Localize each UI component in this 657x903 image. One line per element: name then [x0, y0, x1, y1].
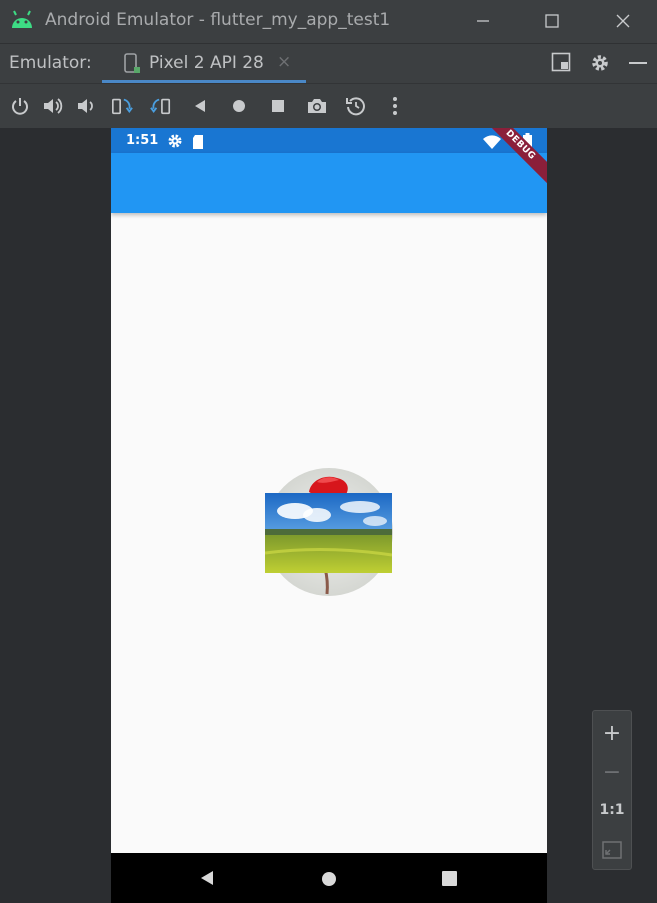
camera-icon[interactable] — [306, 95, 328, 117]
device-screen[interactable]: 1:51 DEBUG — [111, 128, 547, 903]
tab-label: Pixel 2 API 28 — [149, 53, 264, 73]
window-title: Android Emulator - flutter_my_app_test1 — [45, 10, 391, 30]
system-nav-bar — [111, 853, 547, 903]
zoom-in-button[interactable]: + — [593, 718, 631, 748]
status-bar: 1:51 — [111, 128, 547, 153]
emulator-toolbar — [0, 83, 657, 128]
tab-pixel-2-api-28[interactable]: Pixel 2 API 28 × — [102, 44, 306, 83]
layout-icon[interactable] — [551, 52, 571, 76]
actual-size-button[interactable]: 1:1 — [593, 795, 631, 825]
overview-icon[interactable] — [267, 95, 289, 117]
gear-icon[interactable] — [589, 52, 611, 78]
back-icon[interactable] — [189, 95, 211, 117]
hide-panel-icon[interactable] — [628, 54, 648, 74]
tab-close-icon[interactable]: × — [277, 52, 291, 72]
android-icon — [10, 10, 34, 34]
rotate-right-icon[interactable] — [150, 95, 172, 117]
rotate-left-icon[interactable] — [111, 95, 133, 117]
volume-up-icon[interactable] — [42, 95, 64, 117]
emulator-tab-bar: Emulator: Pixel 2 API 28 × — [0, 43, 657, 83]
nav-home-icon[interactable] — [321, 871, 337, 891]
more-icon[interactable] — [384, 95, 406, 117]
zoom-panel: + − 1:1 — [592, 710, 632, 870]
zoom-out-button[interactable]: − — [593, 757, 631, 787]
sd-card-icon — [192, 134, 204, 153]
landscape-image — [265, 493, 392, 573]
title-bar: Android Emulator - flutter_my_app_test1 — [0, 0, 657, 43]
nav-back-icon[interactable] — [200, 870, 214, 890]
nav-overview-icon[interactable] — [442, 871, 457, 890]
settings-icon — [167, 133, 183, 153]
minimize-button[interactable] — [468, 8, 498, 34]
power-icon[interactable] — [9, 95, 31, 117]
app-bar — [111, 153, 547, 213]
volume-down-icon[interactable] — [76, 95, 98, 117]
emulator-label: Emulator: — [9, 53, 92, 73]
device-icon — [124, 53, 142, 79]
snapshot-icon[interactable] — [345, 95, 367, 117]
fit-screen-icon — [602, 841, 622, 859]
close-window-button[interactable] — [608, 8, 638, 34]
home-icon[interactable] — [228, 95, 250, 117]
status-time: 1:51 — [126, 133, 159, 148]
wifi-icon — [483, 134, 501, 153]
maximize-button[interactable] — [537, 8, 567, 34]
fit-screen-button[interactable] — [593, 835, 631, 865]
